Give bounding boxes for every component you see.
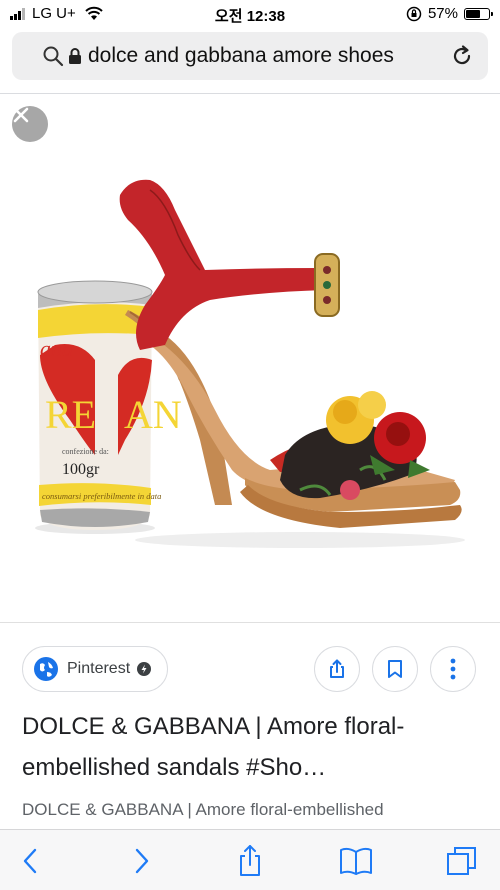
can-weight: 100gr bbox=[62, 461, 100, 478]
back-icon bbox=[23, 848, 37, 874]
battery-group: 57% bbox=[406, 5, 493, 22]
can-band-text: consumarsi preferibilmente in data bbox=[42, 491, 161, 501]
globe-icon bbox=[34, 657, 58, 681]
bookmark-button[interactable] bbox=[372, 646, 418, 692]
source-name: Pinterest bbox=[67, 660, 131, 677]
can-letters-right: AN bbox=[124, 392, 182, 437]
battery-percent: 57% bbox=[427, 5, 458, 22]
result-subtitle: DOLCE & GABBANA | Amore floral-embellish… bbox=[22, 800, 384, 819]
address-bar[interactable]: dolce and gabbana amore shoes bbox=[12, 32, 488, 80]
reload-icon[interactable] bbox=[450, 44, 474, 68]
result-title[interactable]: DOLCE & GABBANA | Amore floral-embellish… bbox=[22, 706, 482, 788]
can-letters-left: RE bbox=[45, 392, 96, 437]
can-small-text: confezione da: bbox=[62, 447, 109, 456]
status-bar: LG U+ 오전 12:38 57% bbox=[0, 0, 500, 28]
forward-icon bbox=[135, 848, 149, 874]
share-icon bbox=[330, 659, 344, 678]
more-button[interactable] bbox=[430, 646, 476, 692]
back-button[interactable] bbox=[10, 844, 50, 878]
card-divider bbox=[0, 622, 500, 623]
tabs-button[interactable] bbox=[442, 844, 482, 878]
address-text: dolce and gabbana amore shoes bbox=[88, 44, 394, 67]
source-chip[interactable]: Pinterest bbox=[22, 646, 168, 692]
browser-toolbar bbox=[0, 829, 500, 890]
bookmark-icon bbox=[388, 660, 402, 678]
forward-button[interactable] bbox=[122, 844, 162, 878]
orientation-lock-icon bbox=[406, 6, 422, 21]
books-icon bbox=[340, 847, 372, 875]
close-button[interactable] bbox=[12, 106, 48, 142]
bookmarks-button[interactable] bbox=[336, 844, 376, 878]
search-icon bbox=[43, 46, 64, 67]
close-icon bbox=[13, 107, 29, 123]
share-icon bbox=[240, 845, 260, 876]
can-brand: ana bbox=[40, 336, 73, 361]
share-button[interactable] bbox=[314, 646, 360, 692]
more-vert-icon bbox=[450, 658, 456, 680]
result-image[interactable]: RE AN ana confezione da: 100gr consumars… bbox=[0, 94, 500, 622]
share-page-button[interactable] bbox=[230, 844, 270, 878]
lock-icon bbox=[69, 48, 81, 64]
tabs-icon bbox=[447, 847, 476, 875]
amp-icon bbox=[137, 662, 152, 676]
battery-icon bbox=[464, 7, 493, 20]
sandal-image: RE AN ana confezione da: 100gr consumars… bbox=[35, 179, 465, 548]
